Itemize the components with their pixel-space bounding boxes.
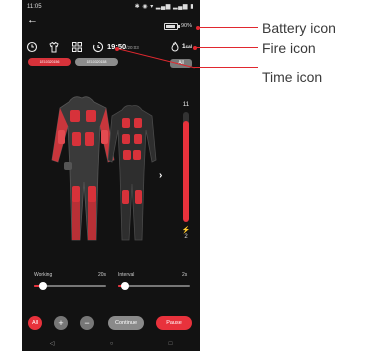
stage: 11:05 ✱ ◉ ▾ ▂▄▆ ▂▄▆ ▮ ← 90% 19:50/20:03 xyxy=(0,0,377,351)
grid-icon[interactable] xyxy=(71,40,83,52)
interval-slider[interactable] xyxy=(118,282,190,290)
status-bar: 11:05 ✱ ◉ ▾ ▂▄▆ ▂▄▆ ▮ xyxy=(22,0,200,14)
time-pointer-line-b xyxy=(194,67,258,68)
battery-level-fill xyxy=(165,24,175,28)
back-arrow-icon[interactable]: ← xyxy=(27,14,38,26)
bolt-icon: ⚡ xyxy=(181,227,191,234)
nav-home-icon[interactable]: ○ xyxy=(110,341,114,347)
timer-icon[interactable] xyxy=(92,40,104,52)
nav-recent-icon[interactable]: □ xyxy=(169,341,173,347)
status-time: 11:05 xyxy=(27,4,42,10)
electrode-pad[interactable] xyxy=(86,110,96,122)
interval-slider-knob[interactable] xyxy=(121,282,130,290)
control-box xyxy=(64,162,72,170)
working-slider-knob[interactable] xyxy=(38,282,47,290)
electrode-pad[interactable] xyxy=(72,132,81,146)
electrode-pad[interactable] xyxy=(122,134,130,144)
fire-pointer-line xyxy=(195,47,258,48)
electrode-pad[interactable] xyxy=(135,190,142,204)
continue-button[interactable]: Continue xyxy=(108,316,144,330)
status-icons: ✱ ◉ ▾ ▂▄▆ ▂▄▆ ▮ xyxy=(134,4,194,10)
intensity-track[interactable] xyxy=(183,112,189,222)
battery-percent: 90% xyxy=(180,23,192,29)
nav-back-icon[interactable]: ◁ xyxy=(50,340,55,347)
minus-button[interactable]: − xyxy=(80,316,94,330)
calories: 1cal xyxy=(182,43,192,50)
electrode-pad[interactable] xyxy=(70,110,80,122)
plus-button[interactable]: + xyxy=(54,316,68,330)
device-chip-other[interactable]: 1E10320158 xyxy=(75,58,118,66)
electrode-pad[interactable] xyxy=(134,118,142,128)
interval-value: 2s xyxy=(182,272,188,278)
intensity-max: 11 xyxy=(182,102,190,108)
working-label: Working xyxy=(34,272,53,278)
intensity-control[interactable]: 11 ⚡ 2 xyxy=(180,102,192,252)
body-suit-diagram xyxy=(51,96,157,241)
electrode-pad[interactable] xyxy=(122,190,129,204)
all-button[interactable]: All xyxy=(28,316,42,330)
battery-pointer-line xyxy=(198,27,258,28)
fire-annotation: Fire icon xyxy=(262,40,316,56)
electrode-pad[interactable] xyxy=(88,186,96,202)
bottom-controls: All + − Continue Pause xyxy=(22,316,200,332)
working-slider[interactable] xyxy=(34,282,106,290)
interval-label: Interval xyxy=(118,272,135,278)
working-value: 20s xyxy=(98,272,107,278)
battery-indicator: 90% xyxy=(163,22,192,30)
pause-button[interactable]: Pause xyxy=(156,316,192,330)
electrode-pad[interactable] xyxy=(58,130,65,144)
back-suit-figure xyxy=(107,105,157,241)
electrode-pad[interactable] xyxy=(72,186,80,202)
battery-annotation: Battery icon xyxy=(262,20,336,36)
phone-screen: 11:05 ✱ ◉ ▾ ▂▄▆ ▂▄▆ ▮ ← 90% 19:50/20:03 xyxy=(22,0,200,351)
device-chip-selected[interactable]: 1E10320156 xyxy=(28,58,71,66)
intensity-min: 2 xyxy=(184,234,188,240)
system-nav-bar: ◁ ○ □ xyxy=(22,336,200,351)
electrode-pad[interactable] xyxy=(134,134,142,144)
electrode-pad[interactable] xyxy=(122,118,130,128)
session-toolbar: 19:50/20:03 1cal xyxy=(26,40,196,53)
time-annotation: Time icon xyxy=(262,69,323,85)
electrode-pad[interactable] xyxy=(123,150,131,160)
front-suit-figure xyxy=(51,96,115,241)
body-shirt-icon[interactable] xyxy=(48,40,60,53)
electrode-pad[interactable] xyxy=(133,150,141,160)
clock-icon[interactable] xyxy=(26,40,38,53)
time-total: /20:03 xyxy=(126,45,139,50)
electrode-pad[interactable] xyxy=(101,130,108,144)
chevron-right-icon[interactable]: › xyxy=(159,170,162,181)
electrode-pad[interactable] xyxy=(85,132,94,146)
intensity-fill xyxy=(183,120,189,222)
fire-icon xyxy=(169,40,181,52)
battery-icon xyxy=(163,22,180,30)
calories-unit: cal xyxy=(185,44,192,49)
